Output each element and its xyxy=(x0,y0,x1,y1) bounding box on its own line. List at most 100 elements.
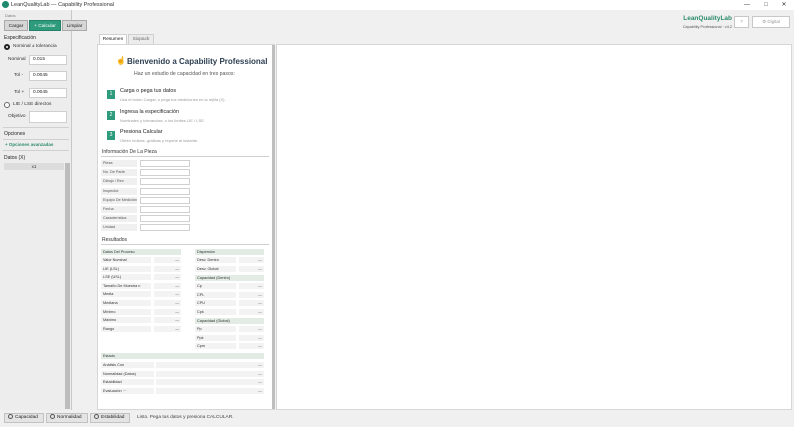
clear-button[interactable]: Limpiar xyxy=(62,20,87,31)
divider xyxy=(101,156,269,157)
result-label: Rango xyxy=(101,325,151,332)
part-field-input[interactable] xyxy=(140,187,190,195)
dispersion-header: Dispersión xyxy=(195,249,264,255)
tol-plus-input[interactable]: 0.0045 xyxy=(29,88,67,98)
capability-global-header: Capacidad (Global) xyxy=(195,318,264,324)
result-value: — xyxy=(239,291,264,298)
part-field-label: Dibujo / Rev. xyxy=(101,178,137,186)
tab-resumen[interactable]: Resumen xyxy=(99,34,127,44)
stability-status-button[interactable]: Estabilidad xyxy=(90,413,130,423)
result-value: — xyxy=(154,308,181,315)
result-label: LSE (USL) xyxy=(101,274,151,281)
advanced-options-toggle[interactable]: + Opciones avanzadas xyxy=(5,142,53,147)
result-label: Valor Nominal xyxy=(101,257,151,263)
target-input[interactable] xyxy=(29,111,67,123)
data-column-header[interactable]: x1 xyxy=(4,163,64,170)
result-value: — xyxy=(154,274,181,281)
results-heading: Resultados xyxy=(102,237,128,243)
nominal-input[interactable]: 0.015 xyxy=(29,55,67,65)
close-button[interactable]: ✕ xyxy=(773,0,794,10)
capability-status-button[interactable]: Capacidad xyxy=(4,413,44,423)
result-value: — xyxy=(154,265,181,272)
calculate-button[interactable]: + Calcular xyxy=(29,20,61,31)
lie-lse-option-label: LIE / LSE directos xyxy=(13,102,52,107)
tol-minus-input[interactable]: 0.0045 xyxy=(29,71,67,81)
result-label: Evaluación ⋯ xyxy=(101,387,154,394)
summary-scrollbar[interactable] xyxy=(272,45,275,409)
result-label: Tamaño De Muestra n xyxy=(101,282,151,289)
title-bar: LeanQualityLab — Capability Professional… xyxy=(0,0,794,10)
window-title: LeanQualityLab — Capability Professional xyxy=(11,2,115,8)
result-label: Estabilidad xyxy=(101,379,154,386)
part-field-input[interactable] xyxy=(140,169,190,177)
result-label: Media xyxy=(101,291,151,298)
result-value: — xyxy=(239,334,264,341)
result-label: Máximo xyxy=(101,317,151,324)
result-value: — xyxy=(154,317,181,324)
nominal-option-label: Nominal ± tolerancia xyxy=(13,44,57,49)
step-number: 3 xyxy=(107,131,115,140)
result-value: — xyxy=(154,291,181,298)
result-value: — xyxy=(154,300,181,306)
tab-sixpack[interactable]: Sixpack xyxy=(128,34,154,44)
result-value: — xyxy=(154,257,181,263)
part-field-input[interactable] xyxy=(140,215,190,223)
part-field-label: Equipo De Medición xyxy=(101,196,137,204)
data-scrollbar[interactable] xyxy=(65,163,70,409)
circle-icon xyxy=(8,414,13,419)
result-label: Ppk xyxy=(195,334,236,341)
part-info-heading: Información De La Pieza xyxy=(102,149,157,155)
load-button[interactable]: Cargar xyxy=(4,20,28,31)
part-field-input[interactable] xyxy=(140,224,190,232)
divider xyxy=(101,244,269,245)
result-value: — xyxy=(154,282,181,289)
result-value: — xyxy=(239,308,264,315)
result-value: — xyxy=(239,265,264,272)
chart-panel xyxy=(276,44,792,410)
divider xyxy=(3,150,69,151)
result-value: — xyxy=(239,326,264,332)
step-title: Carga o pega tus datos xyxy=(120,88,177,94)
result-value: — xyxy=(156,379,264,386)
step-number: 2 xyxy=(107,111,115,120)
step-desc: Obtén índices, gráficas y reporte al ins… xyxy=(120,138,199,143)
state-header: Estado xyxy=(101,353,264,359)
normality-status-button[interactable]: Normalidad xyxy=(46,413,88,423)
part-field-input[interactable] xyxy=(140,196,190,204)
result-label: Cpm xyxy=(195,343,236,350)
target-label: Objetivo xyxy=(8,114,26,119)
divider xyxy=(3,139,69,140)
normality-status-label: Normalidad xyxy=(57,415,82,420)
status-message: Listo. Pega tus datos y presiona CALCULA… xyxy=(137,415,234,420)
data-section-label: Datos xyxy=(5,13,16,18)
part-field-input[interactable] xyxy=(140,160,190,167)
tol-plus-label: Tol + xyxy=(14,90,25,95)
result-label: Cp xyxy=(195,283,236,289)
hand-wave-icon: ☝ xyxy=(116,56,126,65)
stability-status-label: Estabilidad xyxy=(101,415,125,420)
result-value: — xyxy=(156,387,264,394)
data-heading: Datos (X) xyxy=(4,155,26,161)
part-field-label: Característica xyxy=(101,215,137,223)
nominal-label: Nominal xyxy=(8,57,26,62)
capability-within-header: Capacidad (Dentro) xyxy=(195,275,264,281)
nominal-radio[interactable] xyxy=(4,44,10,50)
brand-name: LeanQualityLab xyxy=(683,15,732,22)
left-panel xyxy=(0,10,72,410)
result-label: Cpk xyxy=(195,308,236,315)
result-label: Desv. Global xyxy=(195,265,236,272)
part-field-label: Pieza xyxy=(101,160,137,167)
step-title: Ingresa la especificación xyxy=(120,109,180,115)
settings-button[interactable]: ⚙ Digital xyxy=(752,16,790,28)
process-data-header: Datos Del Proceso xyxy=(101,249,181,255)
help-button[interactable]: ? xyxy=(734,16,749,28)
result-value: — xyxy=(239,283,264,289)
part-field-input[interactable] xyxy=(140,206,190,213)
options-heading: Opciones xyxy=(4,131,26,137)
part-field-input[interactable] xyxy=(140,178,190,186)
lie-lse-radio[interactable] xyxy=(4,102,10,108)
capability-status-label: Capacidad xyxy=(15,415,38,420)
circle-icon xyxy=(94,414,99,419)
result-value: — xyxy=(156,362,264,368)
result-label: Pp xyxy=(195,326,236,332)
